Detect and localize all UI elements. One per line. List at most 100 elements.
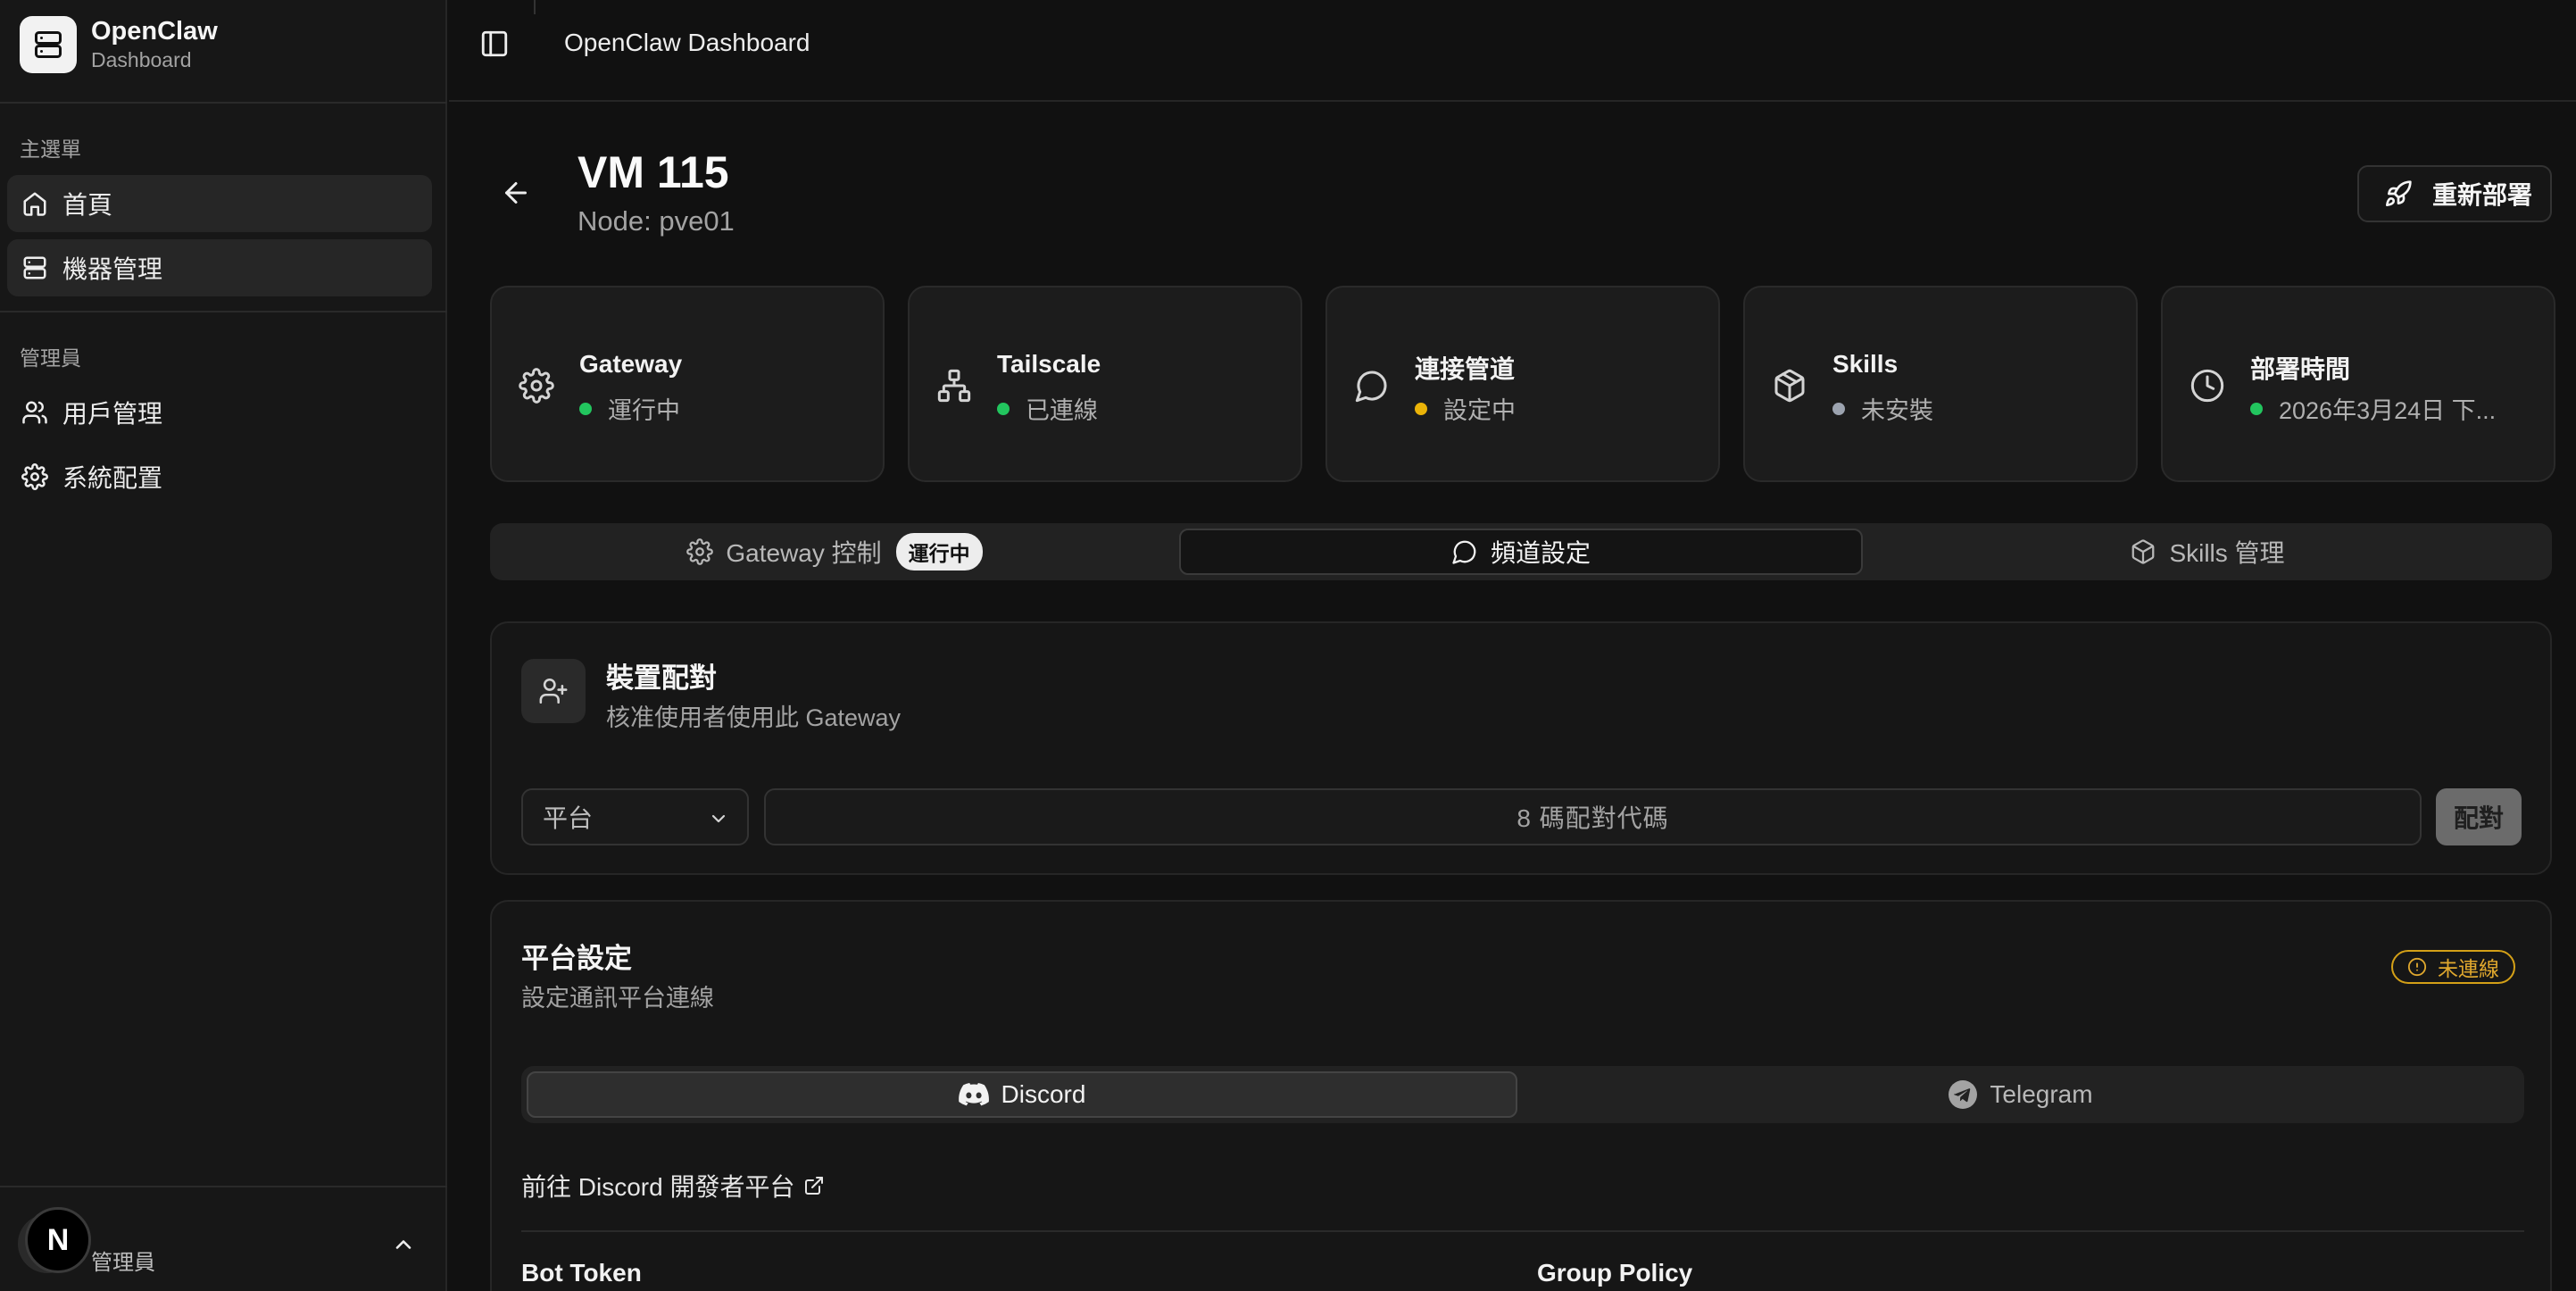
card-label: Gateway xyxy=(579,350,683,378)
tab-bar: Gateway 控制 運行中 頻道設定 Skills 管理 xyxy=(490,523,2552,580)
gear-icon xyxy=(519,368,554,404)
status-card-tailscale: Tailscale 已連線 xyxy=(908,286,1302,482)
card-status: 已連線 xyxy=(997,391,1098,426)
tab-discord[interactable]: Discord xyxy=(527,1071,1517,1118)
card-status-text: 運行中 xyxy=(608,397,680,424)
tab-label: 頻道設定 xyxy=(1490,539,1591,567)
sidebar-item-label: 用戶管理 xyxy=(62,400,163,428)
status-card-deploy-time: 部署時間 2026年3月24日 下... xyxy=(2161,286,2555,482)
platform-tab-bar: Discord Telegram xyxy=(521,1066,2524,1123)
server-logo-icon xyxy=(20,16,77,73)
telegram-icon xyxy=(1949,1080,1978,1109)
card-label: 連接管道 xyxy=(1415,355,1516,383)
sidebar: OpenClaw Dashboard 主選單 首頁 機器管理 管理員 用戶管理 xyxy=(0,0,447,1291)
status-badge: 運行中 xyxy=(895,533,983,571)
device-pairing-panel: 裝置配對 核准使用者使用此 Gateway 平台 8 碼配對代碼 配對 xyxy=(490,621,2552,875)
tab-label: Discord xyxy=(1001,1080,1086,1108)
platform-select-value: 平台 xyxy=(543,804,594,832)
card-label: 部署時間 xyxy=(2250,355,2351,383)
tab-telegram[interactable]: Telegram xyxy=(1523,1071,2519,1118)
panel-title: 平台設定 xyxy=(521,943,632,974)
card-status: 2026年3月24日 下... xyxy=(2250,391,2496,426)
card-status: 設定中 xyxy=(1415,391,1516,426)
panel-subtitle: 設定通訊平台連線 xyxy=(521,985,714,1012)
gear-icon xyxy=(686,538,714,565)
alert-circle-icon xyxy=(2407,957,2427,977)
brand-name: OpenClaw xyxy=(91,17,218,46)
redeploy-label: 重新部署 xyxy=(2432,181,2533,209)
sidebar-item-machines[interactable]: 機器管理 xyxy=(7,239,432,296)
card-label: Tailscale xyxy=(997,350,1101,378)
app-root: OpenClaw Dashboard 主選單 首頁 機器管理 管理員 用戶管理 xyxy=(0,0,2576,1291)
tab-label: Gateway 控制 xyxy=(726,539,882,567)
package-icon xyxy=(1772,368,1807,404)
user-role[interactable]: 管理員 xyxy=(91,1245,155,1276)
tab-label: Skills 管理 xyxy=(2169,539,2285,567)
rocket-icon xyxy=(2384,179,2413,208)
users-icon xyxy=(20,397,50,428)
card-status: 未安裝 xyxy=(1832,391,1933,426)
status-dot xyxy=(997,402,1010,415)
sidebar-divider xyxy=(0,311,447,312)
link-text: 前往 Discord 開發者平台 xyxy=(521,1173,795,1201)
card-status-text: 2026年3月24日 下... xyxy=(2279,397,2497,424)
chevron-down-icon xyxy=(708,808,729,829)
discord-developer-link[interactable]: 前往 Discord 開發者平台 xyxy=(521,1168,825,1204)
discord-icon xyxy=(958,1083,989,1106)
home-icon xyxy=(20,188,50,219)
chat-icon xyxy=(1354,368,1390,404)
card-label: Skills xyxy=(1832,350,1899,378)
status-dot xyxy=(1832,402,1845,415)
page-title: VM 115 xyxy=(578,147,729,197)
card-status-text: 未安裝 xyxy=(1861,397,1933,424)
back-arrow-icon[interactable] xyxy=(500,177,532,209)
redeploy-button[interactable]: 重新部署 xyxy=(2357,165,2552,222)
section-divider xyxy=(521,1230,2524,1232)
avatar[interactable]: N xyxy=(25,1207,91,1273)
card-status-text: 設定中 xyxy=(1443,397,1516,424)
platform-settings-panel: 平台設定 設定通訊平台連線 未連線 Discord Telegram 前往 Di… xyxy=(490,900,2552,1291)
sidebar-item-label: 系統配置 xyxy=(62,464,163,492)
pair-button[interactable]: 配對 xyxy=(2436,788,2522,845)
sidebar-item-label: 機器管理 xyxy=(62,255,163,283)
top-bar: OpenClaw Dashboard xyxy=(449,0,2576,102)
network-icon xyxy=(936,368,972,404)
sidebar-item-users[interactable]: 用戶管理 xyxy=(7,384,432,441)
tab-skills-management[interactable]: Skills 管理 xyxy=(1868,529,2547,575)
chevron-up-icon[interactable] xyxy=(391,1232,416,1257)
panel-title: 裝置配對 xyxy=(606,662,717,694)
platform-select[interactable]: 平台 xyxy=(521,788,749,845)
sidebar-item-home[interactable]: 首頁 xyxy=(7,175,432,232)
brand-subtitle: Dashboard xyxy=(91,48,192,71)
status-dot xyxy=(1415,402,1427,415)
group-policy-label: Group Policy xyxy=(1537,1259,1693,1287)
vm-node: Node: pve01 xyxy=(578,205,735,237)
status-badge: 未連線 xyxy=(2391,950,2515,984)
bot-token-label: Bot Token xyxy=(521,1259,642,1287)
tab-gateway-control[interactable]: Gateway 控制 運行中 xyxy=(495,529,1174,575)
status-dot xyxy=(579,402,592,415)
pairing-code-input[interactable]: 8 碼配對代碼 xyxy=(764,788,2422,845)
clock-icon xyxy=(2190,368,2225,404)
sidebar-divider xyxy=(0,102,447,104)
chat-icon xyxy=(1451,538,1478,565)
card-status: 運行中 xyxy=(579,391,680,426)
status-card-channels: 連接管道 設定中 xyxy=(1325,286,1720,482)
card-status-text: 已連線 xyxy=(1026,397,1098,424)
gear-icon xyxy=(20,462,50,492)
user-plus-icon xyxy=(521,659,586,723)
status-badge-text: 未連線 xyxy=(2438,957,2499,980)
tab-label: Telegram xyxy=(1990,1080,2093,1108)
sidebar-toggle-icon[interactable] xyxy=(479,29,510,59)
brand[interactable]: OpenClaw Dashboard xyxy=(20,16,218,73)
status-card-gateway: Gateway 運行中 xyxy=(490,286,885,482)
page-header-title: OpenClaw Dashboard xyxy=(564,29,810,56)
header-separator xyxy=(534,0,536,14)
external-link-icon xyxy=(803,1175,825,1196)
panel-subtitle: 核准使用者使用此 Gateway xyxy=(606,704,902,731)
status-card-skills: Skills 未安裝 xyxy=(1743,286,2138,482)
sidebar-item-label: 首頁 xyxy=(62,191,113,219)
sidebar-group-main: 主選單 xyxy=(20,137,81,161)
sidebar-item-settings[interactable]: 系統配置 xyxy=(7,448,432,505)
tab-channel-settings[interactable]: 頻道設定 xyxy=(1179,529,1863,575)
